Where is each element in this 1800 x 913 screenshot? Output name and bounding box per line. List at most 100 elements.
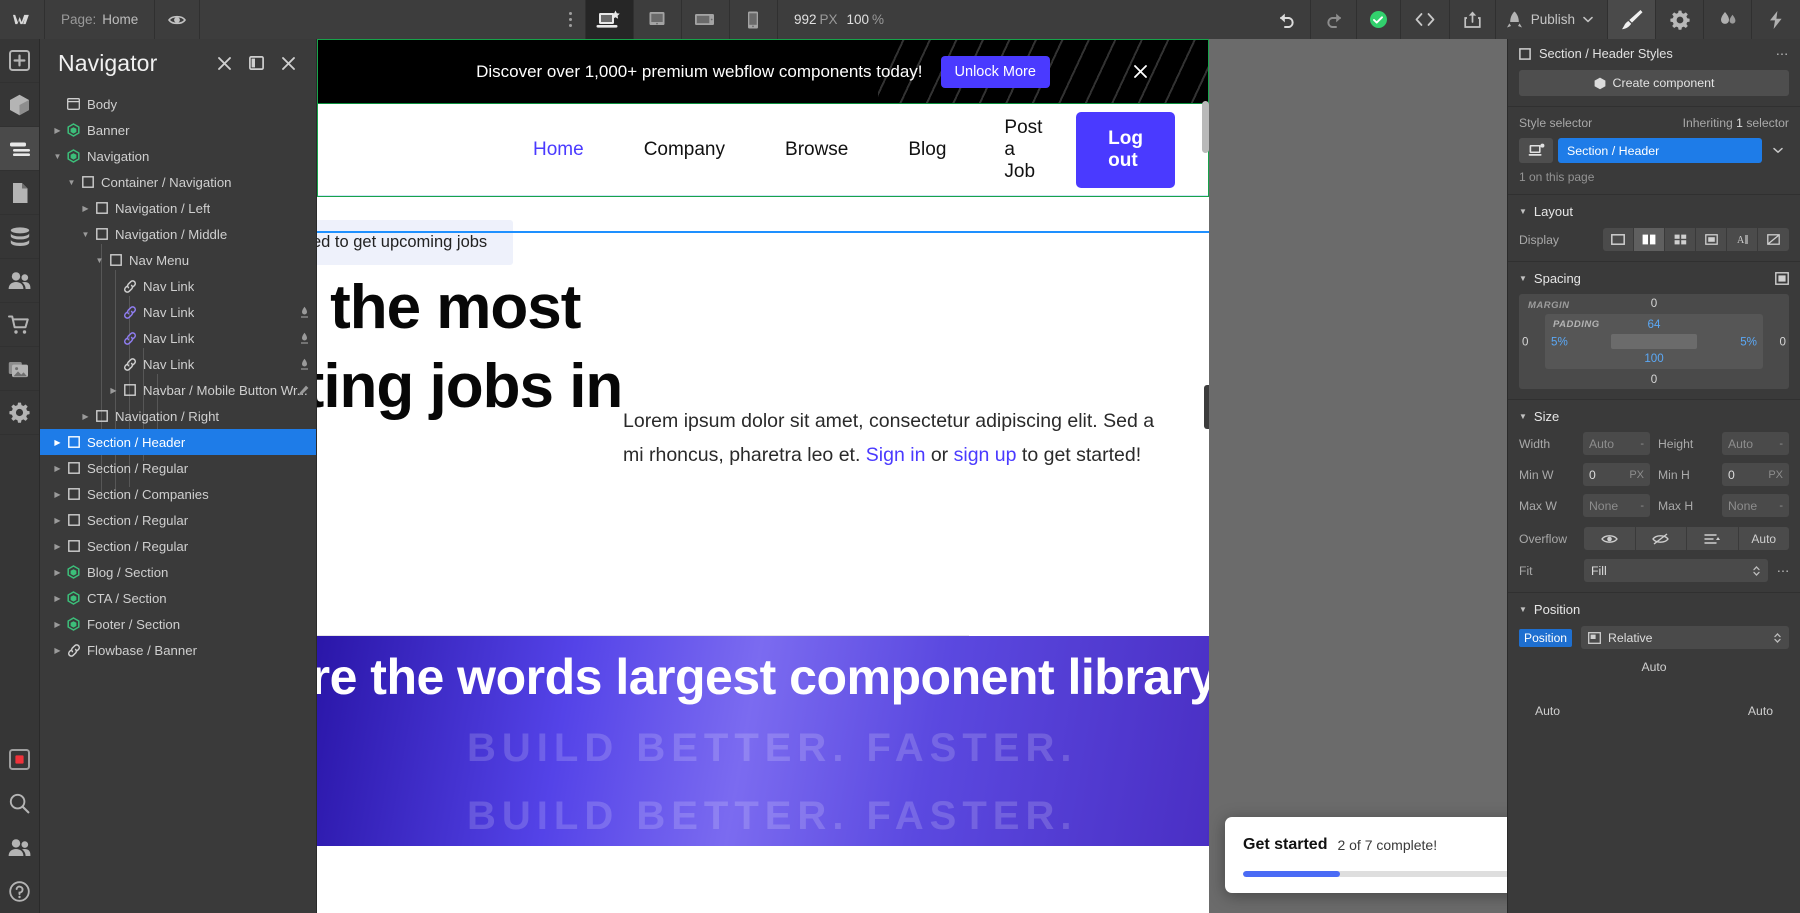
overflow-scroll[interactable] [1687,527,1739,550]
tree-row[interactable]: ▶Section / Regular [40,455,316,481]
site-nav-link-company[interactable]: Company [614,139,755,161]
layout-section-title[interactable]: ▼ Layout [1519,204,1789,219]
padding-bottom-value[interactable]: 100 [1644,352,1663,365]
canvas-size-display[interactable]: 992 PX 100 % [778,0,909,39]
tree-row[interactable]: ▼Navigation [40,143,316,169]
rail-video-recorder[interactable] [0,737,39,781]
selector-chip-section-header[interactable]: Section / Header [1558,138,1762,163]
min-height-input[interactable]: 0 PX [1722,463,1789,486]
create-component-button[interactable]: Create component [1519,70,1789,96]
rail-ecommerce[interactable] [0,303,39,347]
max-width-input[interactable]: None - [1583,494,1650,517]
tree-row[interactable]: ▶Flowbase / Banner [40,637,316,663]
breakpoint-mobile[interactable] [730,0,778,39]
width-input[interactable]: Auto - [1583,432,1650,455]
tree-row[interactable]: ▶Section / Regular [40,533,316,559]
tree-row[interactable]: ▼Nav Menu [40,247,316,273]
chevron-right-icon[interactable]: ▶ [51,490,64,499]
tree-row[interactable]: Nav Link [40,351,316,377]
effects-panel-tab[interactable] [1752,0,1800,39]
rail-audit[interactable] [0,825,39,869]
banner-unlock-button[interactable]: Unlock More [941,56,1050,88]
tree-row[interactable]: ▶Navigation / Right [40,403,316,429]
site-canvas[interactable]: Discover over 1,000+ premium webflow com… [317,39,1209,913]
tree-row[interactable]: ▶Navbar / Mobile Button Wr... [40,377,316,403]
size-section-title[interactable]: ▼ Size [1519,409,1789,424]
breakpoint-desktop[interactable] [634,0,682,39]
saved-check-icon[interactable] [1357,0,1401,39]
position-top-auto[interactable]: Auto [1641,660,1666,674]
tree-row[interactable]: ▶Banner [40,117,316,143]
site-nav-link-browse[interactable]: Browse [755,139,878,161]
rail-components[interactable] [0,83,39,127]
rail-navigator[interactable] [0,127,39,171]
tree-row[interactable]: ▼Container / Navigation [40,169,316,195]
tree-row[interactable]: Body [40,91,316,117]
rail-cms[interactable] [0,215,39,259]
fit-ellipsis-icon[interactable]: ⋯ [1777,564,1789,578]
tree-row[interactable]: Nav Link [40,299,316,325]
site-nav-link-blog[interactable]: Blog [878,139,976,161]
design-canvas-area[interactable]: Discover over 1,000+ premium webflow com… [317,39,1507,913]
chevron-down-icon[interactable]: ▼ [65,178,78,187]
style-panel-ellipsis-icon[interactable]: ⋯ [1776,47,1789,61]
site-nav-links[interactable]: HomeCompanyBrowseBlog [317,139,976,161]
site-promo-banner[interactable]: Discover over 1,000+ premium webflow com… [317,39,1209,104]
style-panel-tab[interactable] [1608,0,1656,39]
position-left-auto[interactable]: Auto [1535,704,1560,718]
chevron-down-icon[interactable]: ▼ [51,152,64,161]
navigator-close-x-icon[interactable] [210,49,238,77]
canvas-scrollbar[interactable] [1202,101,1209,153]
tree-row[interactable]: Nav Link [40,273,316,299]
chevron-right-icon[interactable]: ▶ [51,620,64,629]
padding-box[interactable]: PADDING 64 100 5% 5% [1545,314,1763,369]
spacing-control[interactable]: MARGIN 0 0 0 0 PADDING 64 100 5% 5% [1519,294,1789,389]
navigator-panel-close-icon[interactable] [274,49,302,77]
display-flex[interactable] [1634,228,1665,251]
tree-row[interactable]: ▶Footer / Section [40,611,316,637]
settings-panel-tab[interactable] [1656,0,1704,39]
position-section-title[interactable]: ▼ Position [1519,602,1789,617]
undo-icon[interactable] [1265,0,1311,39]
chevron-right-icon[interactable]: ▶ [51,646,64,655]
max-height-input[interactable]: None - [1722,494,1789,517]
chevron-down-icon[interactable]: ▼ [79,230,92,239]
selector-chevron-down-icon[interactable] [1767,138,1789,163]
interaction-icon[interactable] [300,358,309,370]
tree-row[interactable]: ▶Section / Companies [40,481,316,507]
tree-row[interactable]: ▶Navigation / Left [40,195,316,221]
tree-row[interactable]: ▼Navigation / Middle [40,221,316,247]
fit-select[interactable]: Fill [1584,559,1768,582]
chevron-right-icon[interactable]: ▶ [51,542,64,551]
interaction-icon[interactable] [300,306,309,318]
overflow-visible[interactable] [1584,527,1636,550]
hero-signup-link[interactable]: sign up [954,444,1017,466]
chevron-down-icon[interactable]: ▼ [93,256,106,265]
overflow-hidden[interactable] [1636,527,1688,550]
margin-bottom-value[interactable]: 0 [1651,373,1657,386]
navigator-dock-icon[interactable] [242,49,270,77]
hero-signin-link[interactable]: Sign in [866,444,926,466]
display-none[interactable] [1758,228,1789,251]
cta-section[interactable]: BUILD BETTER. FASTER. BUILD BETTER. FAST… [317,636,1209,846]
rail-help[interactable] [0,869,39,913]
chevron-right-icon[interactable]: ▶ [51,594,64,603]
padding-top-value[interactable]: 64 [1648,318,1661,331]
edit-icon[interactable] [298,385,309,396]
chevron-right-icon[interactable]: ▶ [79,204,92,213]
chevron-right-icon[interactable]: ▶ [51,126,64,135]
breakpoint-state-icon[interactable] [1519,138,1553,163]
margin-top-value[interactable]: 0 [1651,297,1657,310]
margin-right-value[interactable]: 0 [1780,335,1786,348]
canvas-resize-handle-icon[interactable] [1204,385,1209,429]
chevron-right-icon[interactable]: ▶ [51,464,64,473]
banner-close-x-icon[interactable] [1128,60,1152,84]
display-block[interactable] [1603,228,1634,251]
min-width-input[interactable]: 0 PX [1583,463,1650,486]
rail-add-elements[interactable] [0,39,39,83]
chevron-right-icon[interactable]: ▶ [51,438,64,447]
rail-assets[interactable] [0,347,39,391]
rail-search[interactable] [0,781,39,825]
rail-users[interactable] [0,259,39,303]
site-post-a-job-link[interactable]: Post a Job [976,117,1076,183]
